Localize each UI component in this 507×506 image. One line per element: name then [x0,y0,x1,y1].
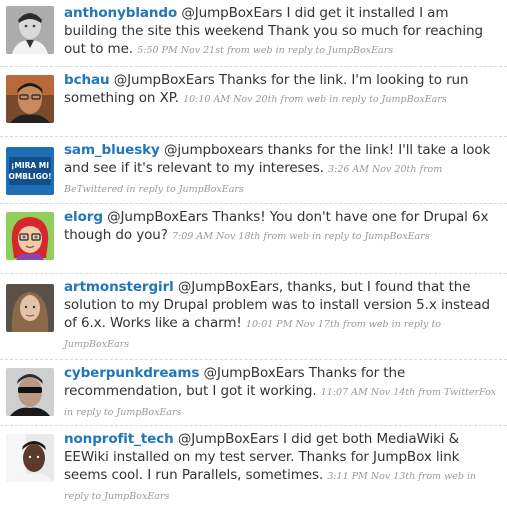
sunglasses-portrait-icon [6,368,54,416]
tweet-item: anthonyblando @JumpBoxEars I did get it … [0,0,507,67]
timestamp-link[interactable]: 3:11 PM Nov 13th [327,471,415,482]
username-link[interactable]: artmonstergirl [64,279,174,295]
timestamp-link[interactable]: 3:26 AM Nov 20th [328,164,416,175]
tweet-body: cyberpunkdreams @JumpBoxEars Thanks for … [64,364,501,422]
user-avatar[interactable] [6,368,54,416]
portrait-icon [6,284,54,332]
tweet-body: sam_bluesky @jumpboxears thanks for the … [64,141,501,199]
portrait-icon [6,434,54,482]
timestamp-link[interactable]: 7:09 AM Nov 18th [172,231,260,242]
user-avatar[interactable] [6,212,54,260]
tweet-item: elorg @JumpBoxEars Thanks! You don't hav… [0,204,507,274]
tweet-item: cyberpunkdreams @JumpBoxEars Thanks for … [0,360,507,426]
username-link[interactable]: sam_bluesky [64,142,160,158]
grayscale-portrait-icon [6,6,54,54]
tweet-feed: anthonyblando @JumpBoxEars I did get it … [0,0,507,506]
tweet-body: anthonyblando @JumpBoxEars I did get it … [64,4,501,60]
user-avatar[interactable] [6,75,54,123]
timestamp-link[interactable]: 10:01 PM Nov 17th [246,319,340,330]
reply-link[interactable]: in reply to JumpBoxEars [312,231,430,242]
reply-link[interactable]: in reply to JumpBoxEars [329,94,447,105]
tweet-item: artmonstergirl @JumpBoxEars, thanks, but… [0,274,507,360]
tweet-item: nonprofit_tech @JumpBoxEars I did get bo… [0,426,507,506]
tweet-meta: 10:10 AM Nov 20th from web in reply to J… [183,94,447,105]
user-avatar[interactable] [6,284,54,332]
timestamp-link[interactable]: 10:10 AM Nov 20th [183,94,277,105]
source-text: from web [418,471,464,482]
tweet-body: nonprofit_tech @JumpBoxEars I did get bo… [64,430,501,506]
source-text: from web [263,231,310,242]
source-text: from web [342,319,389,330]
reply-link[interactable]: in reply to JumpBoxEars [126,184,244,195]
tweet-meta: 5:50 PM Nov 21st from web in reply to Ju… [137,45,393,56]
source-text: from web [280,94,327,105]
source-text: from web [226,45,273,56]
username-link[interactable]: bchau [64,72,110,88]
badge-text-line2: OMBLIGO! [8,172,51,181]
badge-text-line1: ¡MIRA MI [11,161,49,170]
user-avatar[interactable] [6,6,54,54]
tweet-meta: 7:09 AM Nov 18th from web in reply to Ju… [172,231,430,242]
username-link[interactable]: nonprofit_tech [64,431,174,447]
user-avatar[interactable]: ¡MIRA MI OMBLIGO! [6,147,54,195]
tweet-body: artmonstergirl @JumpBoxEars, thanks, but… [64,278,501,354]
username-link[interactable]: anthonyblando [64,5,177,21]
username-link[interactable]: elorg [64,209,103,225]
tweet-body: elorg @JumpBoxEars Thanks! You don't hav… [64,208,501,246]
tweet-item: bchau @JumpBoxEars Thanks for the link. … [0,67,507,137]
source-text: from TwitterFox [418,387,497,398]
timestamp-link[interactable]: 11:07 AM Nov 14th [321,387,415,398]
tweet-item: ¡MIRA MI OMBLIGO! sam_bluesky @jumpboxea… [0,137,507,204]
cartoon-avatar-icon [6,212,54,260]
reply-link[interactable]: in reply to JumpBoxEars [64,407,182,418]
reply-link[interactable]: in reply to JumpBoxEars [276,45,394,56]
username-link[interactable]: cyberpunkdreams [64,365,199,381]
text-badge-icon: ¡MIRA MI OMBLIGO! [6,147,54,195]
tweet-body: bchau @JumpBoxEars Thanks for the link. … [64,71,501,109]
timestamp-link[interactable]: 5:50 PM Nov 21st [137,45,224,56]
portrait-icon [6,75,54,123]
user-avatar[interactable] [6,434,54,482]
